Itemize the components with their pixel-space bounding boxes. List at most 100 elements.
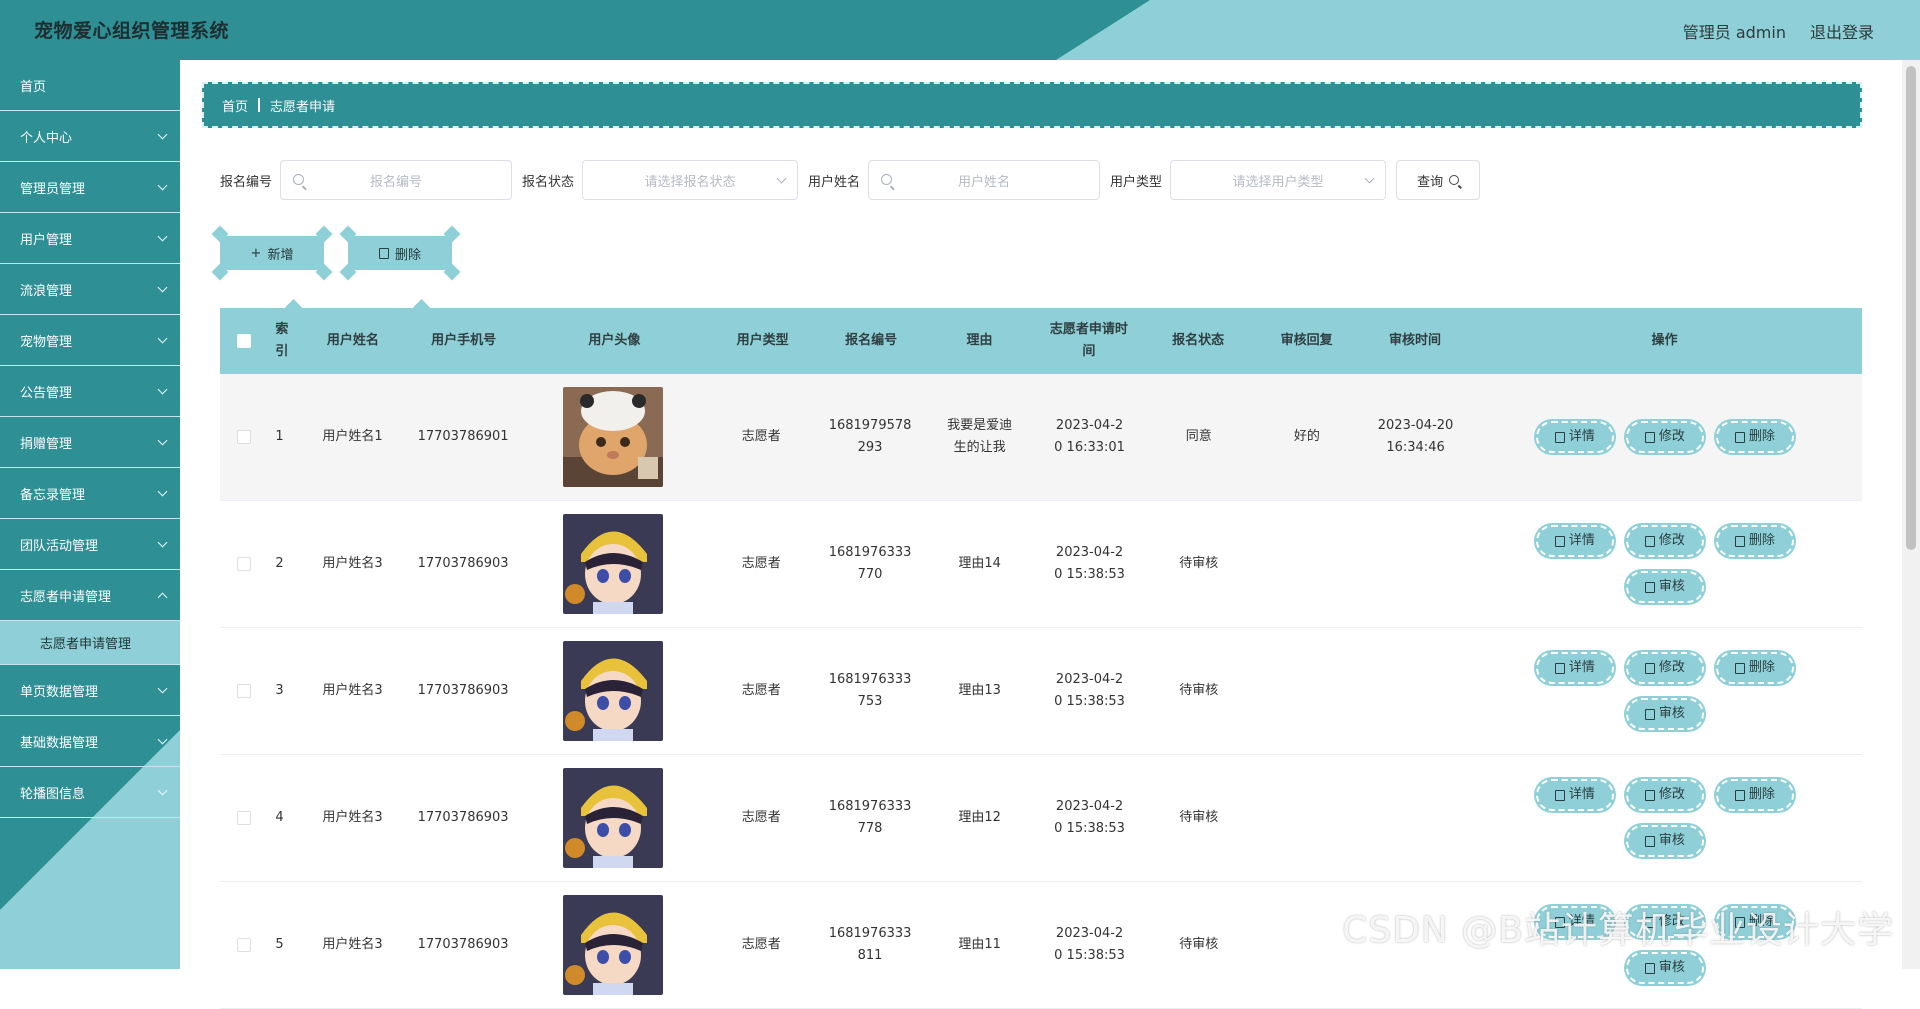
sidebar-item[interactable]: 公告管理: [0, 366, 180, 417]
table-row[interactable]: 4 用户姓名3 17703786903 志愿者 1681976333778 理由12 202…: [220, 755, 1862, 882]
delete-button[interactable]: 删除: [1715, 779, 1794, 811]
status-cell: 待审核: [1179, 810, 1219, 825]
avatar: [563, 768, 664, 868]
review-button[interactable]: 审核: [1625, 571, 1704, 603]
sidebar-item[interactable]: 志愿者申请管理: [0, 570, 180, 621]
sidebar-item-label: 公告管理: [20, 385, 73, 401]
sidebar-item[interactable]: 流浪管理: [0, 264, 180, 315]
user-name-cell: 用户姓名3: [322, 556, 383, 571]
avatar: [563, 641, 664, 741]
button-corner: [443, 263, 461, 281]
delete-button[interactable]: 删除: [1715, 652, 1794, 684]
status-cell: 待审核: [1179, 937, 1219, 952]
apply-code-cell: 1681976333778: [828, 799, 912, 836]
reason-cell: 理由12: [958, 810, 1001, 825]
user-name-cell: 用户姓名3: [322, 937, 383, 952]
logout-link[interactable]: 退出登录: [1810, 19, 1874, 43]
chevron-down-icon: [157, 384, 168, 394]
type-select[interactable]: 请选择用户类型: [1170, 160, 1387, 200]
sidebar-subitem-volunteer-apply[interactable]: 志愿者申请管理: [0, 621, 180, 665]
status-select[interactable]: 请选择报名状态: [582, 160, 799, 200]
avatar-cell: [517, 768, 709, 868]
detail-button[interactable]: 详情: [1535, 421, 1614, 453]
name-search-input[interactable]: 用户姓名: [868, 160, 1101, 200]
sidebar-item-label: 个人中心: [20, 130, 73, 146]
user-type-cell: 志愿者: [741, 810, 781, 825]
sidebar-item[interactable]: 个人中心: [0, 111, 180, 162]
op-label: 修改: [1658, 429, 1685, 444]
user-type-cell: 志愿者: [741, 429, 781, 444]
app-title: 宠物爱心组织管理系统: [34, 20, 230, 42]
row-checkbox[interactable]: [236, 557, 251, 571]
delete-label: 删除: [394, 247, 421, 263]
sidebar-menu: 首页个人中心管理员管理 用户管理 流浪管理 宠物管理公告管理捐赠管理 备忘录管理 团队活动…: [0, 60, 180, 818]
sidebar-item[interactable]: 备忘录管理: [0, 468, 180, 519]
admin-user-label[interactable]: 管理员 admin: [1683, 19, 1786, 43]
col-header: 审核时间: [1389, 333, 1442, 348]
reason-cell: 理由14: [958, 556, 1001, 571]
search-icon: [1449, 175, 1460, 185]
row-checkbox-cell: [220, 557, 267, 571]
sidebar-item[interactable]: 用户管理: [0, 213, 180, 264]
phone-cell: 17703786903: [417, 556, 509, 571]
row-checkbox[interactable]: [236, 684, 251, 698]
sidebar-item[interactable]: 宠物管理: [0, 315, 180, 366]
table-row[interactable]: 1 用户姓名1 17703786901 志愿者 1681979578293 我要是爱迪生的…: [220, 374, 1862, 501]
delete-button[interactable]: 删除: [1715, 525, 1794, 557]
delete-button[interactable]: 删除: [1715, 421, 1794, 453]
op-label: 详情: [1568, 429, 1595, 444]
scrollbar-thumb[interactable]: [1906, 66, 1916, 550]
detail-button[interactable]: 详情: [1535, 525, 1614, 557]
code-search-input[interactable]: 报名编号: [280, 160, 513, 200]
phone-cell: 17703786903: [417, 683, 509, 698]
row-checkbox[interactable]: [236, 430, 251, 444]
review-button[interactable]: 审核: [1625, 698, 1704, 730]
sidebar-item[interactable]: 单页数据管理: [0, 665, 180, 716]
action-bar: + 新增 删除: [220, 225, 461, 281]
table-row[interactable]: 2 用户姓名3 17703786903 志愿者 1681976333770 理由14 202…: [220, 501, 1862, 628]
row-checkbox-cell: [220, 938, 267, 952]
document-icon: [1554, 535, 1565, 547]
review-button[interactable]: 审核: [1625, 952, 1704, 984]
reply-cell: 好的: [1293, 429, 1320, 444]
add-button[interactable]: + 新增: [220, 225, 333, 281]
row-checkbox[interactable]: [236, 811, 251, 825]
chevron-down-icon: [157, 486, 168, 496]
review-button[interactable]: 审核: [1625, 825, 1704, 857]
sidebar-item[interactable]: 捐赠管理: [0, 417, 180, 468]
sidebar-item[interactable]: 首页: [0, 60, 180, 111]
select-all-checkbox[interactable]: [236, 334, 251, 348]
row-checkbox[interactable]: [236, 938, 251, 952]
query-button[interactable]: 查询: [1396, 160, 1481, 200]
query-label: 查询: [1417, 174, 1444, 190]
detail-button[interactable]: 详情: [1535, 652, 1614, 684]
trash-icon: [1734, 662, 1745, 674]
col-header: 用户类型: [736, 333, 789, 348]
index-cell: 4: [275, 810, 284, 825]
edit-button[interactable]: 修改: [1625, 525, 1704, 557]
breadcrumb-home[interactable]: 首页: [222, 96, 248, 115]
sidebar-item[interactable]: 轮播图信息: [0, 767, 180, 818]
reason-cell: 理由13: [958, 683, 1001, 698]
row-checkbox-cell: [220, 430, 267, 444]
edit-button[interactable]: 修改: [1625, 421, 1704, 453]
edit-button[interactable]: 修改: [1625, 779, 1704, 811]
sidebar-item-label: 轮播图信息: [20, 786, 86, 802]
bulk-delete-button[interactable]: 删除: [348, 225, 461, 281]
watermark: CSDN @B站计算机毕业设计大学: [1342, 910, 1894, 951]
search-icon: [293, 174, 305, 185]
sidebar-item[interactable]: 管理员管理: [0, 162, 180, 213]
apply-code-cell: 1681976333753: [828, 672, 912, 709]
cat-avatar-image: [563, 387, 664, 487]
edit-button[interactable]: 修改: [1625, 652, 1704, 684]
hand-icon: [1644, 708, 1655, 720]
table-row[interactable]: 3 用户姓名3 17703786903 志愿者 1681976333753 理由13 202…: [220, 628, 1862, 755]
name-placeholder: 用户姓名: [958, 174, 1011, 190]
sidebar-item[interactable]: 团队活动管理: [0, 519, 180, 570]
detail-button[interactable]: 详情: [1535, 779, 1614, 811]
page-scrollbar[interactable]: [1902, 60, 1920, 969]
trash-icon: [1734, 535, 1745, 547]
sidebar-item[interactable]: 基础数据管理: [0, 716, 180, 767]
avatar: [563, 895, 664, 995]
op-label: 审核: [1658, 706, 1685, 721]
